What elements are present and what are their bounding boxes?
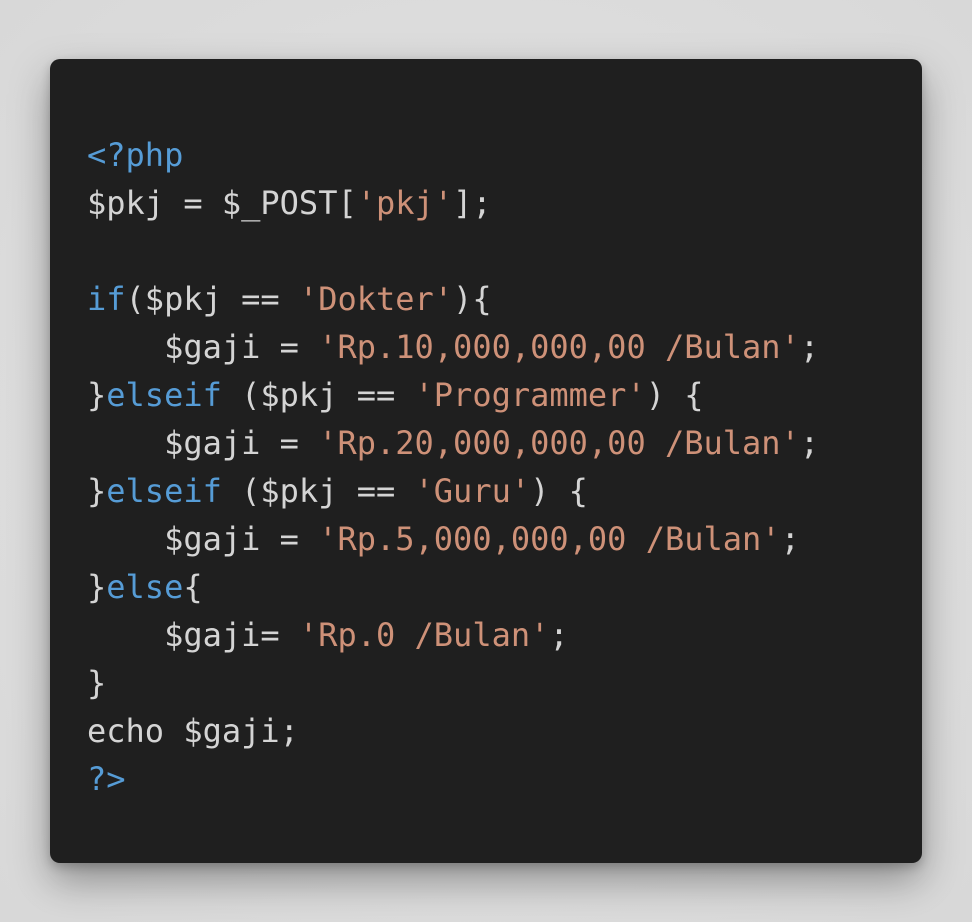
code-string: 'Programmer' [414, 376, 646, 414]
code-keyword: ?> [87, 760, 126, 798]
code-line: } [87, 659, 819, 707]
code-line: echo $gaji; [87, 707, 819, 755]
code-keyword: if [87, 280, 126, 318]
code-keyword: else [106, 568, 184, 606]
code-text: } [87, 376, 107, 414]
code-string: 'Guru' [414, 472, 531, 510]
code-text: { [183, 568, 203, 606]
code-text: ; [549, 616, 569, 654]
code-keyword: elseif [106, 376, 222, 414]
code-string: 'pkj' [356, 184, 454, 222]
code-line: }else{ [87, 563, 819, 611]
code-line: $gaji = 'Rp.5,000,000,00 /Bulan'; [87, 515, 819, 563]
code-string: 'Rp.5,000,000,00 /Bulan' [318, 520, 781, 558]
code-line: if($pkj == 'Dokter'){ [87, 275, 819, 323]
code-text: echo $gaji; [87, 712, 299, 750]
code-text: $gaji= [87, 616, 299, 654]
code-text: ($pkj == [125, 280, 299, 318]
code-text: ){ [453, 280, 492, 318]
code-keyword: elseif [106, 472, 222, 510]
code-line: $pkj = $_POST['pkj']; [87, 179, 819, 227]
code-string: 'Rp.20,000,000,00 /Bulan' [318, 424, 800, 462]
code-line: ?> [87, 755, 819, 803]
code-string: 'Dokter' [298, 280, 454, 318]
code-text: $gaji = [87, 328, 319, 366]
code-text: ($pkj == [221, 376, 415, 414]
code-block: <?php $pkj = $_POST['pkj']; if($pkj == 'D… [87, 131, 819, 803]
code-line: }elseif ($pkj == 'Programmer') { [87, 371, 819, 419]
code-text: $gaji = [87, 424, 319, 462]
code-line: $gaji = 'Rp.20,000,000,00 /Bulan'; [87, 419, 819, 467]
code-text: } [87, 568, 107, 606]
code-string: 'Rp.10,000,000,00 /Bulan' [318, 328, 800, 366]
code-text: ; [799, 328, 820, 366]
code-text: } [87, 472, 107, 510]
code-line: $gaji= 'Rp.0 /Bulan'; [87, 611, 819, 659]
code-text: ; [780, 520, 800, 558]
code-text: } [87, 664, 107, 702]
code-text: ; [799, 424, 820, 462]
code-line: }elseif ($pkj == 'Guru') { [87, 467, 819, 515]
code-line: $gaji = 'Rp.10,000,000,00 /Bulan'; [87, 323, 819, 371]
code-text: ]; [453, 184, 492, 222]
code-text: ($pkj == [221, 472, 415, 510]
code-text: ) { [530, 472, 588, 510]
code-text: $pkj = $_POST[ [87, 184, 357, 222]
code-string: 'Rp.0 /Bulan' [298, 616, 550, 654]
code-text: ) { [645, 376, 704, 414]
code-text: $gaji = [87, 520, 319, 558]
code-line: <?php [87, 131, 819, 179]
code-window: <?php $pkj = $_POST['pkj']; if($pkj == 'D… [50, 59, 922, 863]
code-keyword: <?php [87, 136, 184, 174]
